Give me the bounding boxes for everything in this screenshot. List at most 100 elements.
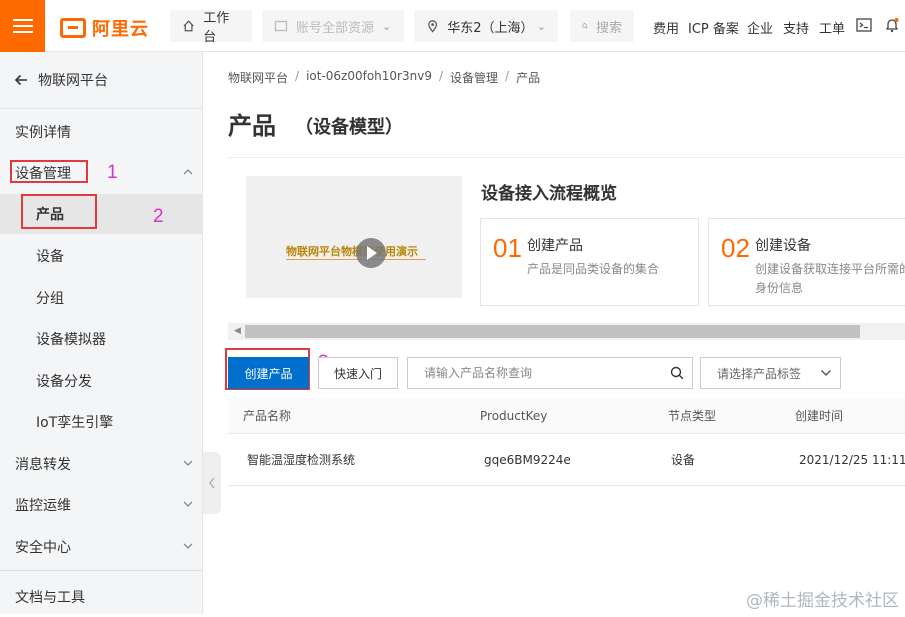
sidebar-item-iot-twin-engine[interactable]: IoT孪生引擎: [0, 402, 203, 442]
play-icon[interactable]: [356, 238, 386, 268]
sidebar-group-device-management[interactable]: 设备管理: [0, 153, 203, 193]
breadcrumb-separator: /: [438, 69, 444, 83]
location-pin-icon: [428, 20, 438, 33]
video-caption: 物联网平台物模型使用演示: [286, 245, 418, 258]
ticket-link[interactable]: 工单: [819, 18, 845, 37]
sidebar-item-instance-details[interactable]: 实例详情: [0, 112, 203, 152]
search-icon: [582, 23, 588, 29]
back-to-iot-platform[interactable]: 物联网平台: [0, 52, 203, 109]
sidebar-item-docs-tools[interactable]: 文档与工具: [0, 577, 203, 617]
sidebar-item-label: 监控运维: [15, 498, 71, 514]
sidebar-item-device-distribution[interactable]: 设备分发: [0, 361, 203, 401]
breadcrumb-item[interactable]: 物联网平台: [228, 69, 288, 86]
created-time-cell: 2021/12/25 11:11:56: [799, 452, 905, 467]
sidebar-divider: [0, 570, 203, 571]
sidebar-group-security-center[interactable]: 安全中心: [0, 527, 203, 567]
product-tag-select[interactable]: 请选择产品标签: [700, 357, 841, 389]
region-label: 华东2（上海）: [447, 20, 534, 36]
breadcrumb-item[interactable]: 设备管理: [450, 69, 498, 86]
chevron-down-icon: [821, 370, 831, 376]
sidebar-item-label: 分组: [36, 291, 64, 307]
logo-mark-icon: [60, 18, 86, 38]
step-card-create-device[interactable]: 02 创建设备 创建设备获取连接平台所需的 身份信息: [708, 218, 905, 306]
icp-link[interactable]: ICP 备案: [688, 18, 739, 37]
back-label: 物联网平台: [38, 73, 108, 89]
chevron-up-icon: [183, 169, 193, 175]
column-header-name: 产品名称: [243, 409, 292, 423]
tag-select-placeholder: 请选择产品标签: [717, 366, 802, 381]
bell-icon[interactable]: [884, 17, 900, 33]
breadcrumb-item[interactable]: iot-06z00foh10r3nv9: [306, 69, 432, 86]
terminal-icon[interactable]: [856, 17, 872, 33]
global-search[interactable]: 搜索: [570, 10, 634, 42]
sidebar-item-product[interactable]: 产品: [0, 194, 203, 234]
product-search-input[interactable]: [408, 358, 663, 388]
annotation-number-2: 2: [153, 206, 164, 227]
chevron-down-icon: ⌄: [382, 19, 392, 33]
annotation-number-1: 1: [107, 162, 118, 183]
product-search-box: [407, 357, 693, 389]
product-name-cell[interactable]: 智能温湿度检测系统: [247, 434, 355, 485]
sidebar-item-label: 产品: [36, 207, 64, 223]
home-icon: [183, 20, 194, 32]
sidebar-item-device-simulator[interactable]: 设备模拟器: [0, 319, 203, 359]
step-description-line: 创建设备获取连接平台所需的: [755, 262, 905, 276]
aliyun-logo[interactable]: 阿里云: [60, 15, 149, 41]
account-resources-dropdown[interactable]: 账号全部资源 ⌄: [262, 10, 404, 42]
global-search-placeholder: 搜索: [595, 20, 622, 36]
sidebar-item-label: IoT孪生引擎: [36, 415, 114, 431]
breadcrumb-separator: /: [295, 69, 300, 83]
sidebar-item-label: 设备分发: [36, 374, 92, 390]
step-description: 创建设备获取连接平台所需的 身份信息: [755, 260, 905, 298]
chevron-down-icon: ⌄: [536, 19, 546, 33]
step-description: 产品是同品类设备的集合: [527, 262, 660, 276]
workbench-button[interactable]: 工作台: [170, 10, 252, 45]
search-icon[interactable]: [670, 366, 684, 380]
enterprise-link[interactable]: 企业: [747, 18, 773, 37]
breadcrumb: 物联网平台 / iot-06z00foh10r3nv9 / 设备管理 / 产品: [228, 69, 540, 86]
chevron-down-icon: [183, 460, 193, 466]
column-header-productkey: ProductKey: [480, 408, 548, 423]
demo-video-card[interactable]: 物联网平台物模型使用演示: [246, 176, 462, 298]
scrollbar-thumb[interactable]: [245, 325, 860, 338]
scroll-left-icon[interactable]: ◀: [234, 326, 241, 336]
sidebar-item-label: 设备模拟器: [36, 332, 106, 348]
breadcrumb-item-current: 产品: [516, 71, 541, 85]
sidebar-item-label: 设备管理: [15, 166, 71, 182]
sidebar-group-monitoring-ops[interactable]: 监控运维: [0, 485, 203, 525]
video-caption-underline: [286, 259, 426, 260]
sidebar-item-label: 安全中心: [15, 540, 71, 556]
quick-start-button[interactable]: 快速入门: [318, 357, 398, 389]
node-type-cell: 设备: [671, 453, 696, 467]
column-header-created[interactable]: 创建时间: [795, 398, 843, 433]
arrow-left-icon: [14, 74, 27, 86]
page-subtitle: （设备模型）: [295, 117, 403, 138]
create-product-button[interactable]: 创建产品: [228, 357, 309, 389]
account-resources-label: 账号全部资源: [296, 20, 375, 36]
menu-icon[interactable]: [0, 0, 45, 52]
support-link[interactable]: 支持: [783, 18, 809, 37]
sidebar-item-group[interactable]: 分组: [0, 278, 203, 318]
billing-link[interactable]: 费用: [653, 18, 679, 37]
sidebar-collapse-toggle[interactable]: [203, 452, 221, 514]
table-row: 智能温湿度检测系统 gqe6BM9224e 设备 2021/12/25 11:1…: [228, 434, 905, 486]
step-card-create-product[interactable]: 01 创建产品 产品是同品类设备的集合: [480, 218, 699, 306]
step-description-line: 身份信息: [755, 281, 804, 295]
region-selector[interactable]: 华东2（上海） ⌄: [414, 10, 558, 42]
sidebar-item-label: 设备: [36, 249, 64, 265]
workbench-label: 工作台: [203, 11, 230, 45]
breadcrumb-separator: /: [505, 69, 510, 83]
chevron-down-icon: [183, 501, 193, 507]
sidebar-group-message-forwarding[interactable]: 消息转发: [0, 444, 203, 484]
access-flow-overview-panel: 物联网平台物模型使用演示 设备接入流程概览 01 创建产品 产品是同品类设备的集…: [228, 157, 905, 342]
resource-group-icon: [274, 20, 288, 32]
sidebar-item-label: 实例详情: [15, 125, 71, 141]
step-title: 创建设备: [755, 238, 811, 254]
chevron-down-icon: [183, 543, 193, 549]
sidebar-item-device[interactable]: 设备: [0, 236, 203, 276]
flow-title: 设备接入流程概览: [481, 184, 617, 204]
horizontal-scrollbar[interactable]: ◀: [228, 323, 905, 340]
step-number: 02: [721, 233, 750, 263]
sidebar-item-label: 文档与工具: [15, 590, 85, 606]
logo-text: 阿里云: [92, 19, 149, 40]
